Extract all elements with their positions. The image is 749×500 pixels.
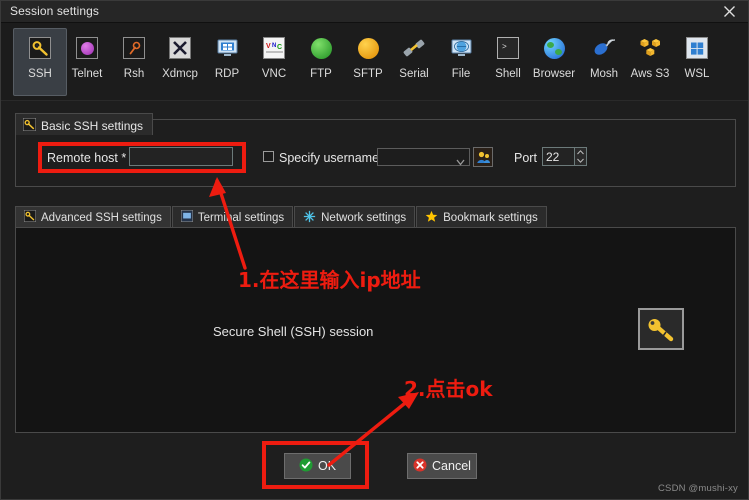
rdp-monitor-icon [214,35,240,61]
port-spinner[interactable] [574,147,587,166]
ssh-key-icon [22,116,37,134]
basic-ssh-settings-tab[interactable]: Basic SSH settings [15,113,154,135]
spinner-down-icon[interactable] [575,157,586,166]
ok-button[interactable]: OK [284,453,351,479]
session-type-label: Mosh [589,68,619,80]
session-type-label: SSH [28,68,52,80]
session-type-label: Shell [495,68,521,80]
close-icon[interactable] [708,1,748,22]
telnet-icon [74,35,100,61]
tab-label: Bookmark settings [443,211,538,224]
session-type-label: Rsh [123,68,145,80]
red-x-icon [413,458,427,475]
star-icon [425,210,438,226]
key-icon [638,308,684,350]
session-description: Secure Shell (SSH) session [213,324,374,339]
specify-username-label[interactable]: Specify username [279,151,379,165]
svg-text:C: C [277,44,282,51]
basic-ssh-settings-tab-label: Basic SSH settings [41,118,144,133]
vnc-icon: V N C [261,35,287,61]
cancel-button-label: Cancel [432,459,471,473]
session-type-label: FTP [310,68,332,80]
session-type-browser[interactable]: Browser [527,28,581,96]
cancel-button[interactable]: Cancel [407,453,477,479]
advanced-ssh-settings-panel [15,227,736,433]
mosh-dish-icon [591,35,617,61]
tab-label: Terminal settings [197,211,285,224]
session-type-label: Xdmcp [162,68,198,80]
session-type-ssh[interactable]: SSH [13,28,67,96]
tab-network-settings[interactable]: Network settings [294,206,416,228]
svg-text:V: V [266,43,271,50]
session-type-ftp[interactable]: FTP [294,28,348,96]
session-type-label: File [451,68,471,80]
spinner-up-icon[interactable] [575,148,586,157]
session-type-vnc[interactable]: V N C VNC [247,28,301,96]
watermark: CSDN @mushi-xy [657,483,738,494]
settings-subtabs: Advanced SSH settings Terminal settings … [15,205,548,228]
session-type-label: Telnet [71,68,103,80]
tab-label: Advanced SSH settings [41,211,162,224]
ssh-key-icon [27,35,53,61]
session-type-label: Browser [532,68,576,80]
svg-text:>: > [502,43,507,52]
rsh-icon [121,35,147,61]
svg-text:N: N [272,43,276,49]
serial-plug-icon [401,35,427,61]
session-settings-dialog: Session settings SSH Telnet Rsh Xdmcp RD… [0,0,749,500]
chevron-down-icon [456,153,465,171]
port-input[interactable] [542,147,574,166]
file-monitor-icon [448,35,474,61]
specify-username-checkbox[interactable] [263,151,274,162]
shell-terminal-icon: > [495,35,521,61]
session-type-xdmcp[interactable]: Xdmcp [153,28,207,96]
tab-advanced-ssh-settings[interactable]: Advanced SSH settings [15,206,171,228]
remote-host-label: Remote host * [47,151,127,165]
session-type-label: RDP [214,68,240,80]
ftp-globe-icon [308,35,334,61]
sftp-globe-icon [355,35,381,61]
network-icon [303,210,316,226]
remote-host-input[interactable] [129,147,233,166]
session-type-label: Serial [399,68,429,80]
ssh-key-icon [23,209,37,225]
session-type-file[interactable]: File [434,28,488,96]
tab-bookmark-settings[interactable]: Bookmark settings [416,206,547,228]
xdmcp-x-icon [167,35,193,61]
port-label: Port [514,151,537,165]
browser-globe-icon [541,35,567,61]
session-type-toolbar: SSH Telnet Rsh Xdmcp RDP V N C VNC FTP S… [1,23,748,101]
session-type-aws-s3[interactable]: Aws S3 [623,28,677,96]
tab-terminal-settings[interactable]: Terminal settings [171,206,294,228]
username-combobox[interactable] [377,148,470,166]
users-icon[interactable] [473,147,493,167]
session-type-serial[interactable]: Serial [387,28,441,96]
tab-label: Network settings [321,211,407,224]
session-type-telnet[interactable]: Telnet [60,28,114,96]
window-title: Session settings [10,4,99,18]
session-type-label: SFTP [353,68,383,80]
session-type-wsl[interactable]: WSL [670,28,724,96]
session-type-label: WSL [684,68,710,80]
ok-button-label: OK [317,459,337,473]
session-type-label: Aws S3 [630,68,670,80]
title-bar: Session settings [1,1,748,23]
session-type-rdp[interactable]: RDP [200,28,254,96]
green-check-icon [299,458,313,475]
aws-s3-cubes-icon [637,35,663,61]
terminal-icon [180,209,194,225]
session-type-label: VNC [261,68,287,80]
wsl-windows-icon [684,35,710,61]
